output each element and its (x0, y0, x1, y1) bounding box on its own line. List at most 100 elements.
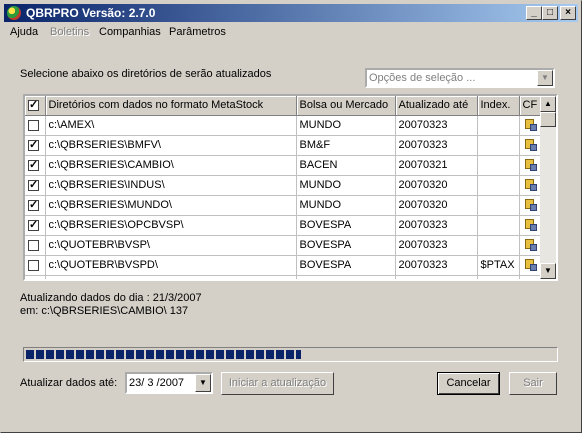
header-directory[interactable]: Diretórios com dados no formato MetaStoc… (45, 96, 297, 116)
row-cf[interactable] (519, 135, 542, 156)
row-directory: c:\QBRSERIES\MUNDO\ (45, 195, 297, 216)
table-row[interactable]: c:\AMEX\ MUNDO 20070323 (25, 115, 542, 136)
row-index (477, 235, 520, 256)
row-market: BOVESPA (296, 275, 396, 279)
header-cf[interactable]: CF (519, 96, 542, 116)
config-file-icon[interactable] (523, 158, 537, 172)
menu-companhias[interactable]: Companhias (99, 26, 161, 38)
update-until-label: Atualizar dados até: (20, 377, 118, 389)
title-bar[interactable]: QBRPRO Versão: 2.7.0 _ □ × (4, 4, 578, 22)
scroll-up-icon[interactable]: ▲ (540, 96, 556, 112)
row-updated: 20070323 (395, 135, 478, 156)
minimize-button[interactable]: _ (526, 6, 542, 20)
config-file-icon[interactable] (523, 258, 537, 272)
row-checkbox-cell[interactable] (25, 215, 46, 236)
selection-options-combo[interactable]: Opções de seleção ... ▼ (365, 68, 555, 88)
maximize-button[interactable]: □ (542, 6, 558, 20)
config-file-icon[interactable] (523, 118, 537, 132)
config-file-icon[interactable] (523, 178, 537, 192)
table-row[interactable]: c:\QUOTEBR\BVSP\ BOVESPA 20070323 (25, 235, 542, 256)
update-until-date-picker[interactable]: 23/ 3 /2007 ▼ (125, 372, 213, 394)
config-file-icon[interactable] (523, 138, 537, 152)
cancel-button[interactable]: Cancelar (437, 372, 500, 395)
row-market: BOVESPA (296, 255, 396, 276)
row-updated: 20070321 (395, 155, 478, 176)
config-file-icon[interactable] (523, 218, 537, 232)
row-cf[interactable] (519, 175, 542, 196)
directories-table: Diretórios com dados no formato MetaStoc… (23, 94, 558, 281)
row-checkbox-cell[interactable] (25, 195, 46, 216)
table-row[interactable]: c:\QBRSERIES\MUNDO\MUNDO20070320 (25, 195, 542, 216)
row-checkbox[interactable] (28, 119, 39, 131)
row-updated: 20070323 (395, 275, 478, 279)
progress-bar (23, 347, 558, 362)
select-all-checkbox[interactable] (28, 98, 39, 111)
row-directory: c:\QUOTEBR\BVSPM\ (45, 275, 297, 279)
row-checkbox[interactable] (28, 178, 39, 191)
row-directory: c:\QBRSERIES\OPCBVSP\ (45, 215, 297, 236)
row-checkbox[interactable] (28, 158, 39, 171)
chevron-down-icon[interactable]: ▼ (537, 70, 553, 86)
config-file-icon[interactable] (523, 238, 537, 252)
row-index (477, 115, 520, 136)
row-index (477, 155, 520, 176)
row-checkbox[interactable] (28, 198, 39, 211)
row-checkbox[interactable] (28, 138, 39, 151)
row-cf[interactable] (519, 275, 542, 279)
header-market[interactable]: Bolsa ou Mercado (296, 96, 396, 116)
row-cf[interactable] (519, 155, 542, 176)
calendar-dropdown-icon[interactable]: ▼ (195, 374, 211, 392)
start-update-button[interactable]: Iniciar a atualização (221, 372, 334, 395)
scroll-thumb[interactable] (540, 112, 556, 127)
row-checkbox[interactable] (28, 218, 39, 231)
row-cf[interactable] (519, 115, 542, 136)
progress-fill (26, 350, 301, 359)
row-cf[interactable] (519, 215, 542, 236)
menu-parametros[interactable]: Parâmetros (169, 26, 226, 38)
row-updated: 20070323 (395, 235, 478, 256)
table-row[interactable]: c:\QUOTEBR\BVSPD\ BOVESPA 20070323 $PTAX (25, 255, 542, 276)
row-cf[interactable] (519, 235, 542, 256)
row-checkbox-cell[interactable] (25, 275, 46, 281)
row-checkbox[interactable] (28, 239, 39, 251)
menu-ajuda[interactable]: Ajuda (10, 26, 38, 38)
header-updated[interactable]: Atualizado até (395, 96, 478, 116)
row-checkbox-cell[interactable] (25, 135, 46, 156)
header-select-all[interactable] (25, 96, 46, 116)
row-checkbox[interactable] (28, 280, 39, 281)
exit-button[interactable]: Sair (509, 372, 557, 395)
row-checkbox-cell[interactable] (25, 155, 46, 176)
close-button[interactable]: × (560, 6, 576, 20)
row-checkbox-cell[interactable] (25, 175, 46, 196)
row-directory: c:\QUOTEBR\BVSPD\ (45, 255, 297, 276)
row-directory: c:\QBRSERIES\BMFV\ (45, 135, 297, 156)
row-index (477, 195, 520, 216)
scroll-down-icon[interactable]: ▼ (540, 263, 556, 279)
table-row[interactable]: c:\QBRSERIES\CAMBIO\BACEN20070321 (25, 155, 542, 176)
row-cf[interactable] (519, 195, 542, 216)
status-line-2: em: c:\QBRSERIES\CAMBIO\ 137 (20, 305, 189, 317)
row-checkbox-cell[interactable] (25, 255, 46, 276)
table-row[interactable]: c:\QBRSERIES\BMFV\BM&F20070323 (25, 135, 542, 156)
row-market: MUNDO (296, 175, 396, 196)
table-row[interactable]: c:\QUOTEBR\BVSPM\BOVESPA20070323 (25, 275, 542, 281)
row-market: BOVESPA (296, 235, 396, 256)
row-index (477, 135, 520, 156)
table-scrollbar[interactable]: ▲ ▼ (540, 96, 556, 279)
selection-options-placeholder: Opções de seleção ... (369, 72, 476, 84)
row-checkbox-cell[interactable] (25, 115, 46, 136)
menu-boletins[interactable]: Boletins (50, 26, 89, 38)
row-checkbox[interactable] (28, 259, 39, 271)
row-directory: c:\AMEX\ (45, 115, 297, 136)
update-until-date-value[interactable]: 23/ 3 /2007 (129, 377, 184, 389)
row-market: BOVESPA (296, 215, 396, 236)
config-file-icon[interactable] (523, 278, 537, 279)
table-header-row: Diretórios com dados no formato MetaStoc… (25, 96, 542, 116)
table-row[interactable]: c:\QBRSERIES\INDUS\MUNDO20070320 (25, 175, 542, 196)
table-row[interactable]: c:\QBRSERIES\OPCBVSP\BOVESPA20070323 (25, 215, 542, 236)
header-index[interactable]: Index. (477, 96, 520, 116)
row-checkbox-cell[interactable] (25, 235, 46, 256)
row-cf[interactable] (519, 255, 542, 276)
row-market: BM&F (296, 135, 396, 156)
config-file-icon[interactable] (523, 198, 537, 212)
